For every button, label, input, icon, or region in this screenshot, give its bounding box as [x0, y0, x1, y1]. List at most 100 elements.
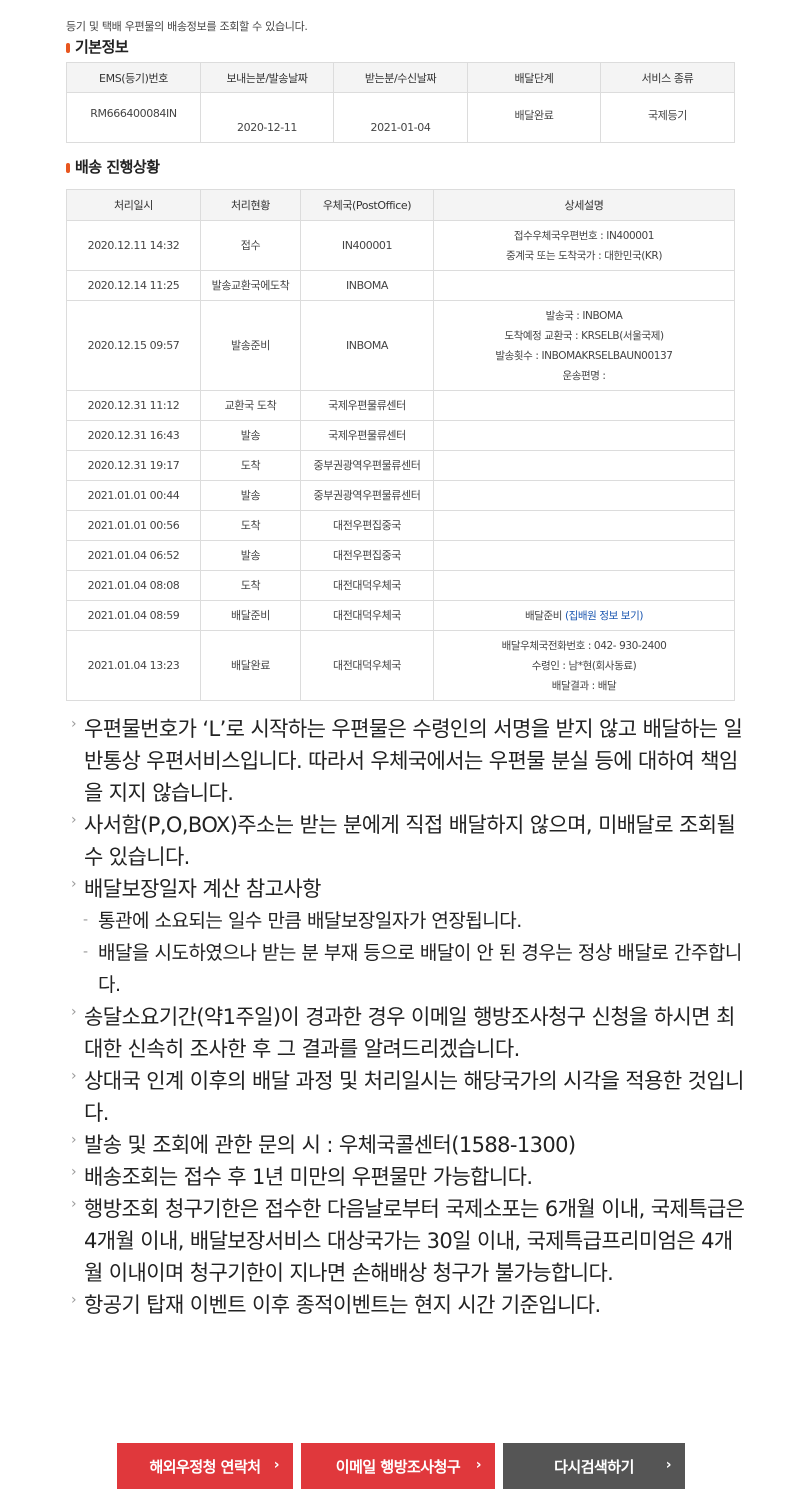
progress-row: 2021.01.04 13:23 배달완료 대전대덕우체국 배달우체국전화번호 : 0…: [66, 630, 735, 701]
progress-status: 발송교환국에도착: [200, 270, 301, 301]
progress-office: IN400001: [300, 220, 434, 271]
progress-row: 2021.01.04 08:08 도착 대전대덕우체국: [66, 570, 735, 601]
notice-item: › 송달소요기간(약1주일)이 경과한 경우 이메일 행방조사청구 신청을 하시면…: [70, 1001, 750, 1065]
section-bullet-icon: [66, 43, 70, 53]
header-receiver-date: 받는분/수신날짜: [333, 62, 468, 93]
email-inquiry-label: 이메일 행방조사청구: [335, 1457, 461, 1476]
notice-text: 행방조회 청구기한은 접수한 다음날로부터 국제소포는 6개월 이내, 국제특급…: [84, 1197, 745, 1285]
chevron-bullet-icon: ›: [71, 1004, 77, 1020]
progress-status: 교환국 도착: [200, 390, 301, 421]
chevron-bullet-icon: ›: [71, 876, 77, 892]
progress-row: 2020.12.15 09:57 발송준비 INBOMA 발송국 : INBOMA 도착…: [66, 300, 735, 391]
notice-sub-item: - 통관에 소요되는 일수 만큼 배달보장일자가 연장됩니다.: [70, 905, 750, 937]
progress-status: 배달완료: [200, 630, 301, 701]
chevron-bullet-icon: ›: [71, 1164, 77, 1180]
chevron-bullet-icon: ›: [71, 716, 77, 732]
chevron-bullet-icon: ›: [71, 812, 77, 828]
progress-detail-text: 배달우체국전화번호 : 042- 930-2400: [501, 639, 667, 652]
basic-info-title-text: 기본정보: [75, 38, 129, 56]
progress-detail-line: 도착예정 교환국 : KRSELB(서울국제): [434, 326, 734, 346]
delivery-stage: 배달완료: [467, 92, 601, 143]
basic-info-title: 기본정보: [66, 36, 129, 57]
notice-item: › 발송 및 조회에 관한 문의 시 : 우체국콜센터(1588-1300): [70, 1129, 750, 1161]
search-again-label: 다시검색하기: [554, 1457, 634, 1476]
progress-office: 중부권광역우편물류센터: [300, 480, 434, 511]
email-inquiry-button[interactable]: 이메일 행방조사청구 ›: [301, 1443, 495, 1489]
progress-detail-line: 수령인 : 남*현(회사동료): [434, 656, 734, 676]
progress-row: 2021.01.04 06:52 발송 대전우편집중국: [66, 540, 735, 571]
progress-datetime: 2021.01.01 00:44: [66, 480, 201, 511]
carrier-info-link[interactable]: (집배원 정보 보기): [565, 610, 643, 622]
basic-info-table: EMS(등기)번호 보내는분/발송날짜 받는분/수신날짜 배달단계 서비스 종류…: [66, 62, 735, 143]
progress-datetime: 2020.12.31 19:17: [66, 450, 201, 481]
progress-office: INBOMA: [300, 300, 434, 391]
progress-office: 대전우편집중국: [300, 510, 434, 541]
progress-datetime: 2020.12.31 16:43: [66, 420, 201, 451]
progress-detail-text: 도착예정 교환국 : KRSELB(서울국제): [504, 329, 664, 342]
dash-bullet-icon: -: [83, 912, 88, 928]
progress-row: 2021.01.01 00:56 도착 대전우편집중국: [66, 510, 735, 541]
progress-detail: [433, 540, 735, 571]
progress-office: INBOMA: [300, 270, 434, 301]
progress-status: 발송: [200, 420, 301, 451]
progress-detail: 발송국 : INBOMA 도착예정 교환국 : KRSELB(서울국제) 발송횟수 …: [433, 300, 735, 391]
notice-item: › 행방조회 청구기한은 접수한 다음날로부터 국제소포는 6개월 이내, 국제특…: [70, 1193, 750, 1289]
notice-text: 배송조회는 접수 후 1년 미만의 우편물만 가능합니다.: [84, 1165, 533, 1189]
progress-office: 대전대덕우체국: [300, 600, 434, 631]
progress-datetime: 2021.01.04 13:23: [66, 630, 201, 701]
progress-office: 대전대덕우체국: [300, 570, 434, 601]
notice-sub-item: - 배달을 시도하였으나 받는 분 부재 등으로 배달이 안 된 경우는 정상 배…: [70, 937, 750, 1001]
notice-text: 항공기 탑재 이벤트 이후 종적이벤트는 현지 시간 기준입니다.: [84, 1293, 601, 1317]
progress-row: 2020.12.31 11:12 교환국 도착 국제우편물류센터: [66, 390, 735, 421]
progress-status: 발송: [200, 480, 301, 511]
progress-office: 대전대덕우체국: [300, 630, 434, 701]
progress-detail: [433, 390, 735, 421]
progress-detail-line: 운송편명 :: [434, 366, 734, 386]
progress-status: 도착: [200, 510, 301, 541]
progress-detail-line: 발송횟수 : INBOMAKRSELBAUN00137: [434, 346, 734, 366]
basic-info-header-row: EMS(등기)번호 보내는분/발송날짜 받는분/수신날짜 배달단계 서비스 종류: [66, 62, 735, 93]
notice-text: 우편물번호가 ‘L’로 시작하는 우편물은 수령인의 서명을 받지 않고 배달하…: [84, 717, 743, 805]
progress-detail: [433, 420, 735, 451]
progress-datetime: 2021.01.04 08:08: [66, 570, 201, 601]
progress-detail-line: 배달결과 : 배달: [434, 676, 734, 696]
progress-detail: 접수우체국우편번호 : IN400001 중계국 또는 도착국가 : 대한민국(K…: [433, 220, 735, 271]
header-post-office: 우체국(PostOffice): [300, 189, 434, 221]
progress-detail-line: 배달우체국전화번호 : 042- 930-2400: [434, 636, 734, 656]
header-ems-number: EMS(등기)번호: [66, 62, 201, 93]
progress-header-row: 처리일시 처리현황 우체국(PostOffice) 상세설명: [66, 189, 735, 221]
progress-detail: [433, 450, 735, 481]
progress-datetime: 2021.01.04 08:59: [66, 600, 201, 631]
progress-row: 2021.01.01 00:44 발송 중부권광역우편물류센터: [66, 480, 735, 511]
header-sender-date: 보내는분/발송날짜: [200, 62, 334, 93]
section-bullet-icon: [66, 163, 70, 173]
header-datetime: 처리일시: [66, 189, 201, 221]
progress-detail-line: 중계국 또는 도착국가 : 대한민국(KR): [434, 246, 734, 266]
dash-bullet-icon: -: [83, 944, 88, 960]
basic-info-row: RM666400084IN 2020-12-11 2021-01-04 배달완료…: [66, 92, 735, 143]
progress-status: 도착: [200, 570, 301, 601]
header-delivery-stage: 배달단계: [467, 62, 601, 93]
progress-detail: [433, 270, 735, 301]
progress-detail-text: 발송국 : INBOMA: [545, 309, 623, 322]
search-again-button[interactable]: 다시검색하기 ›: [503, 1443, 685, 1489]
progress-detail-text: 접수우체국우편번호 : IN400001: [513, 229, 655, 242]
overseas-contact-button[interactable]: 해외우정청 연락처 ›: [117, 1443, 293, 1489]
progress-status: 발송: [200, 540, 301, 571]
progress-row: 2020.12.14 11:25 발송교환국에도착 INBOMA: [66, 270, 735, 301]
progress-detail: [433, 570, 735, 601]
progress-datetime: 2021.01.01 00:56: [66, 510, 201, 541]
chevron-bullet-icon: ›: [71, 1292, 77, 1308]
progress-detail-line: 배달준비 (집배원 정보 보기): [434, 606, 734, 626]
notice-text: 상대국 인계 이후의 배달 과정 및 처리일시는 해당국가의 시각을 적용한 것…: [84, 1069, 744, 1125]
chevron-right-icon: ›: [665, 1457, 672, 1473]
sender-date: 2020-12-11: [200, 92, 334, 143]
progress-datetime: 2021.01.04 06:52: [66, 540, 201, 571]
progress-detail: [433, 480, 735, 511]
progress-row: 2020.12.31 16:43 발송 국제우편물류센터: [66, 420, 735, 451]
progress-datetime: 2020.12.14 11:25: [66, 270, 201, 301]
notice-text: 송달소요기간(약1주일)이 경과한 경우 이메일 행방조사청구 신청을 하시면 …: [84, 1005, 735, 1061]
notice-list: › 우편물번호가 ‘L’로 시작하는 우편물은 수령인의 서명을 받지 않고 배달…: [70, 713, 750, 1321]
notice-item: › 상대국 인계 이후의 배달 과정 및 처리일시는 해당국가의 시각을 적용한 …: [70, 1065, 750, 1129]
notice-item: › 배달보장일자 계산 참고사항: [70, 873, 750, 905]
